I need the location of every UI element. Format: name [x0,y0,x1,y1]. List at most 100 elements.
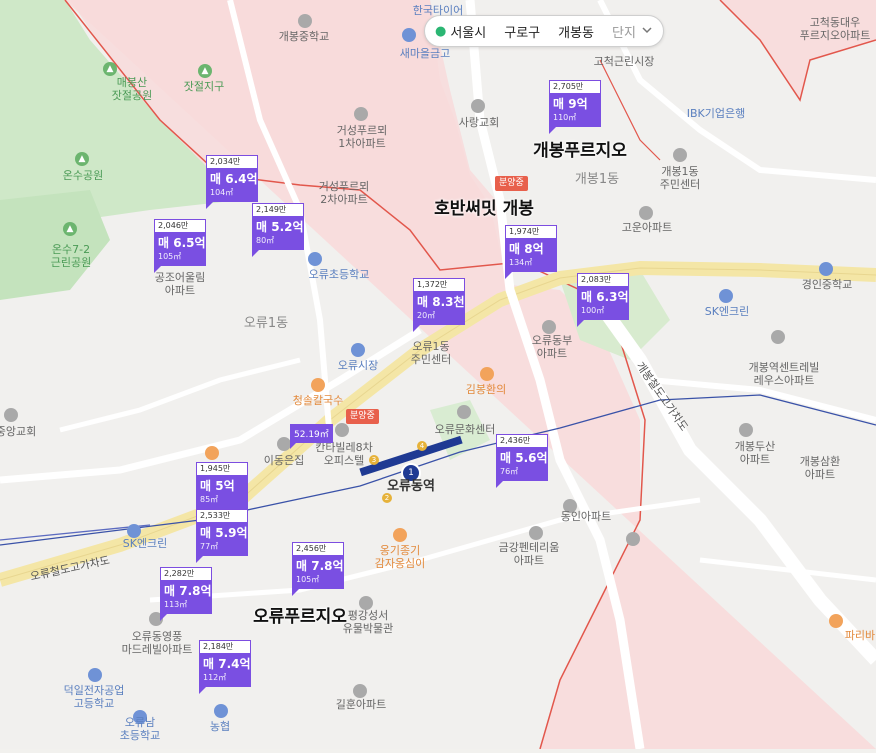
building-icon [277,437,291,451]
label-idong: 이동은집 [263,454,305,467]
label-oryudong-station[interactable]: 오류동역 [387,480,435,493]
label-sulyeon: 청솔칼국수 [292,394,344,407]
park-icon: ▲ [75,152,89,166]
restaurant-icon [311,378,325,392]
label-jatjeol: 잣절지구 [183,80,225,93]
label-oryu1-center: 오류1동 주민센터 [410,340,452,366]
location-pin-icon: ● [435,23,447,39]
school-icon [88,668,102,682]
label-gilhoon: 길훈아파트 [335,698,387,711]
unit-size: 100㎡ [581,306,605,315]
unit-size: 134㎡ [509,258,533,267]
deal-price: 매 5.9억 [200,526,248,540]
building-icon [542,320,556,334]
unit-size: 77㎡ [200,542,219,551]
deal-price: 매 5.6억 [500,451,548,465]
complex-name-gaebong-prugio[interactable]: 개봉푸르지오 [533,141,627,161]
label-onsu72: 온수7-2 근린공원 [50,243,92,269]
area-price: 2,705만 [549,80,601,93]
label-gongeo: 공조어울림 아파트 [154,271,206,297]
school-icon [298,14,312,28]
label-oryu-market: 오류시장 [337,359,379,372]
label-gamja: 옹기종기 감자옹심이 [374,544,426,570]
complex-name-hoban[interactable]: 호반써밋 개봉 [434,199,534,219]
breadcrumb-city[interactable]: 서울시 [450,22,486,41]
label-dongin: 동인아파트 [560,510,612,523]
label-hankook: 한국타이어 [412,4,464,17]
breadcrumb-dong[interactable]: 개봉동 [558,22,594,41]
price-marker[interactable]: 1,945만 매 5억 85㎡ [196,462,248,516]
map-canvas[interactable]: ● 서울시 구로구 개봉동 단지 ▲ ▲ ▲ ▲ 1 4 3 2 한국타이어 개… [0,0,876,750]
building-icon [335,423,349,437]
building-icon [626,532,640,546]
breadcrumb-district[interactable]: 구로구 [504,22,540,41]
unit-size: 20㎡ [417,311,436,320]
unit-size: 112㎡ [203,673,227,682]
location-breadcrumb[interactable]: ● 서울시 구로구 개봉동 단지 [424,15,664,47]
label-pyeonggang: 평강성서 유물박물관 [342,609,394,635]
label-goun: 고운아파트 [621,221,673,234]
restaurant-icon [205,446,219,460]
deal-price: 매 9억 [553,97,588,111]
area-price: 1,945만 [196,462,248,475]
label-gimbong: 김봉환의 [465,383,507,396]
breadcrumb-complex[interactable]: 단지 [612,22,636,41]
area-price: 2,149만 [252,203,304,216]
area-price: 2,436만 [496,434,548,447]
price-marker[interactable]: 2,034만 매 6.4억 104㎡ [206,155,258,209]
exit-4-icon: 4 [417,441,427,451]
price-marker[interactable]: 2,184만 매 7.4억 112㎡ [199,640,251,694]
price-marker[interactable]: 1,372만 매 8.3천 20㎡ [413,278,465,332]
label-gaebong-middle: 개봉중학교 [278,30,330,43]
label-gocheok-daewoo: 고척동대우 푸르지오아파트 [799,16,871,42]
price-marker[interactable]: 2,436만 매 5.6억 76㎡ [496,434,548,488]
label-gocheok-market: 고척근린시장 [593,55,655,68]
label-ibk: IBK기업은행 [686,107,746,120]
label-oryudong-bu: 오류동부 아파트 [531,334,573,360]
unit-size: 104㎡ [210,188,234,197]
park-icon: ▲ [103,62,117,76]
label-oryunam: 오류남 초등학교 [119,716,161,742]
label-gaebong1dong: 개봉1동 [574,172,620,187]
price-marker[interactable]: 2,282만 매 7.8억 113㎡ [160,567,212,621]
church-icon [4,408,18,422]
presale-tag[interactable]: 분양중 [495,176,528,191]
presale-tag[interactable]: 분양중 [346,409,379,424]
area-price: 2,184만 [199,640,251,653]
chevron-down-icon[interactable] [641,24,653,40]
price-marker[interactable]: 2,083만 매 6.3억 100㎡ [577,273,629,327]
deal-price: 매 6.3억 [581,290,629,304]
unit-size: 76㎡ [500,467,519,476]
price-marker[interactable]: 1,974만 매 8억 134㎡ [505,225,557,279]
unit-size: 105㎡ [296,575,320,584]
label-skenclean2: SK엔크린 [122,537,168,550]
building-icon [529,526,543,540]
label-sarang: 사랑교회 [458,116,500,129]
deal-price: 매 8억 [509,242,544,256]
label-geoseong2: 거성푸르뫼 2차아파트 [318,180,370,206]
price-marker[interactable]: 2,149만 매 5.2억 80㎡ [252,203,304,257]
area-price: 2,034만 [206,155,258,168]
area-price: 2,282만 [160,567,212,580]
church-icon [471,99,485,113]
building-icon [353,684,367,698]
bank-icon [402,28,416,42]
price-marker[interactable]: 2,046만 매 6.5억 105㎡ [154,219,206,273]
area-price: 2,456만 [292,542,344,555]
exit-2-icon: 2 [382,493,392,503]
size-marker[interactable]: 52.19㎡ [290,424,333,449]
school-icon [308,252,322,266]
label-kanta: 칸타빌레8차 오피스텔 [315,441,373,467]
label-skenclean1: SK엔크린 [704,305,750,318]
unit-size: 110㎡ [553,113,577,122]
park-icon: ▲ [198,64,212,78]
price-marker[interactable]: 2,705만 매 9억 110㎡ [549,80,601,134]
deal-price: 매 8.3천 [417,295,465,309]
price-marker[interactable]: 2,533만 매 5.9억 77㎡ [196,509,248,563]
price-marker[interactable]: 2,456만 매 7.8억 105㎡ [292,542,344,596]
complex-name-oryu-prugio[interactable]: 오류푸르지오 [253,607,347,627]
label-oryu-elem: 오류초등학교 [308,268,370,281]
bank-icon [214,704,228,718]
area-price: 2,083만 [577,273,629,286]
label-gaebong1-center: 개봉1동 주민센터 [659,165,701,191]
